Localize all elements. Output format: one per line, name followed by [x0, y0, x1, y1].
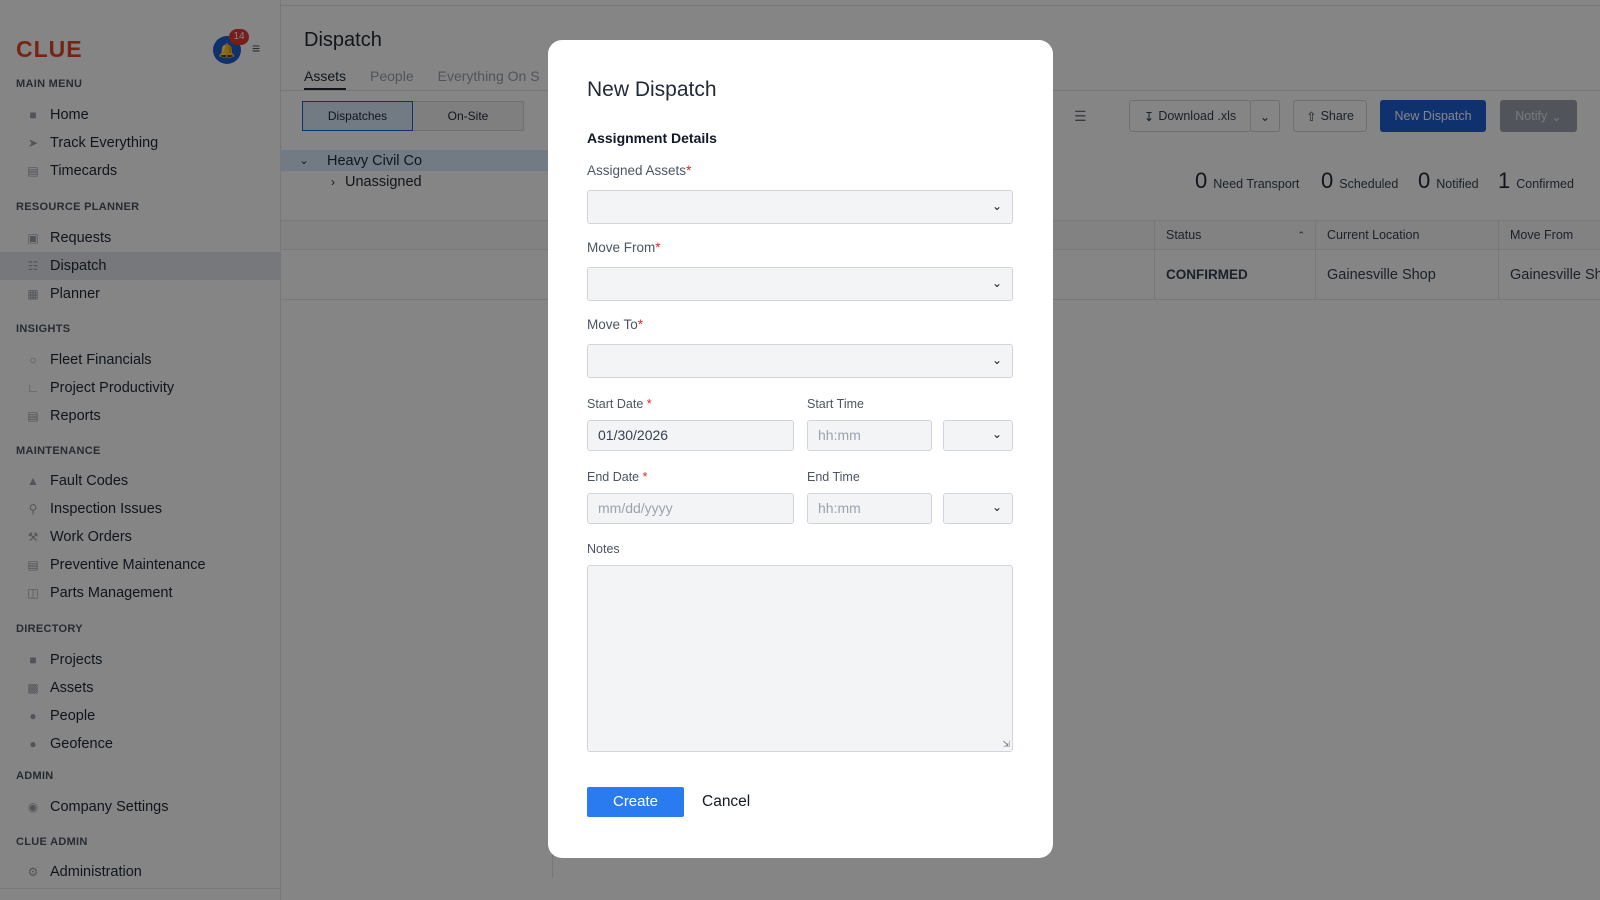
resize-handle-icon[interactable]: ⇲: [1002, 739, 1010, 750]
cancel-button[interactable]: Cancel: [702, 787, 750, 817]
end-time-input[interactable]: hh:mm: [807, 493, 932, 524]
create-button[interactable]: Create: [587, 787, 684, 817]
notes-textarea[interactable]: ⇲: [587, 565, 1013, 752]
start-time-input[interactable]: hh:mm: [807, 420, 932, 451]
end-time-ampm-select[interactable]: ⌄: [943, 493, 1013, 524]
chevron-down-icon: ⌄: [991, 353, 1002, 367]
chevron-down-icon: ⌄: [991, 427, 1002, 441]
start-time-label: Start Time: [807, 397, 864, 411]
assigned-assets-select[interactable]: ⌄: [587, 190, 1013, 224]
move-to-label: Move To*: [587, 317, 644, 332]
notes-label: Notes: [587, 542, 620, 556]
end-date-input[interactable]: mm/dd/yyyy: [587, 493, 794, 524]
move-from-select[interactable]: ⌄: [587, 267, 1013, 301]
chevron-down-icon: ⌄: [991, 199, 1002, 213]
start-date-input[interactable]: 01/30/2026: [587, 420, 794, 451]
end-date-label: End Date *: [587, 470, 648, 484]
move-to-select[interactable]: ⌄: [587, 344, 1013, 378]
start-time-ampm-select[interactable]: ⌄: [943, 420, 1013, 451]
assignment-details-heading: Assignment Details: [587, 130, 717, 146]
chevron-down-icon: ⌄: [991, 276, 1002, 290]
new-dispatch-modal: New Dispatch Assignment Details Assigned…: [548, 40, 1053, 858]
end-time-label: End Time: [807, 470, 860, 484]
modal-title: New Dispatch: [587, 78, 717, 101]
assigned-assets-label: Assigned Assets*: [587, 163, 692, 178]
start-date-label: Start Date *: [587, 397, 652, 411]
chevron-down-icon: ⌄: [991, 500, 1002, 514]
move-from-label: Move From*: [587, 240, 661, 255]
